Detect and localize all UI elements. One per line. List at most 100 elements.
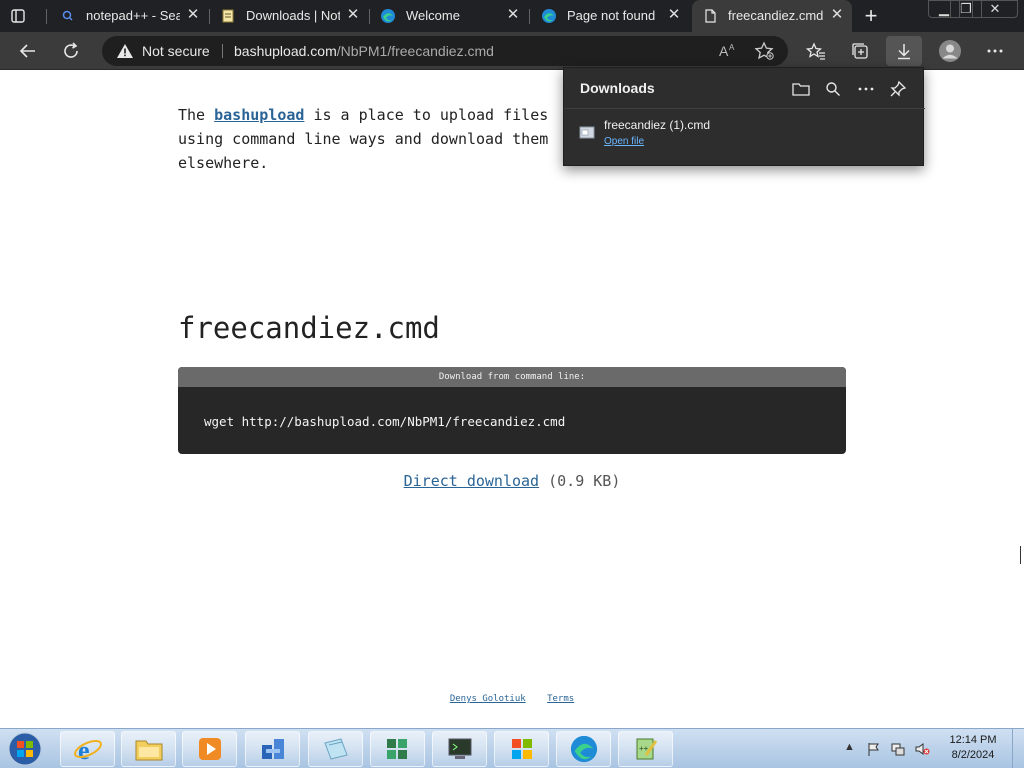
close-tab-icon[interactable]: ✕ (667, 7, 681, 23)
network-status-icon[interactable] (890, 741, 906, 757)
volume-muted-icon[interactable] (914, 741, 930, 757)
add-favorite-icon[interactable] (754, 41, 776, 61)
page-title: freecandiez.cmd (178, 311, 440, 345)
search-icon (826, 82, 840, 96)
folder-icon (135, 740, 162, 761)
notepadplusplus-icon: ++ (636, 738, 657, 760)
open-folder-button[interactable] (790, 78, 812, 100)
address-bar[interactable]: Not secure bashupload.com/NbPM1/freecand… (102, 36, 788, 66)
url-text[interactable]: bashupload.com/NbPM1/freecandiez.cmd (234, 43, 494, 59)
close-tab-icon[interactable]: ✕ (506, 7, 520, 23)
command-text[interactable]: wget http://bashupload.com/NbPM1/freecan… (204, 414, 565, 429)
page-icon (705, 9, 716, 23)
close-tab-icon[interactable]: ✕ (830, 7, 844, 23)
internet-explorer-icon: e (73, 736, 102, 764)
page-footer: Denys Golotiuk Terms (0, 694, 1024, 704)
taskbar-media-player[interactable] (182, 731, 237, 767)
url-path: /NbPM1/freecandiez.cmd (336, 43, 494, 59)
taskbar-puzzle-app[interactable] (370, 731, 425, 767)
profile-button[interactable] (937, 38, 963, 64)
search-downloads-button[interactable] (822, 78, 844, 100)
svg-text:e: e (78, 736, 90, 764)
system-tray: ▲ (840, 735, 940, 761)
clock[interactable]: 12:14 PM 8/2/2024 (940, 733, 1006, 763)
taskbar-ie[interactable]: e (60, 731, 115, 767)
more-options-icon (858, 87, 874, 91)
file-size: (0.9 KB) (539, 472, 621, 490)
tab-title: Downloads | Notepad (246, 8, 340, 23)
web-page: The bashupload is a place to upload file… (0, 71, 1024, 728)
taskbar-windows-app[interactable] (494, 731, 549, 767)
downloads-button[interactable] (886, 36, 922, 66)
direct-download-row: Direct download (0.9 KB) (0, 472, 1024, 490)
taskbar-explorer[interactable] (121, 731, 176, 767)
direct-download-link[interactable]: Direct download (404, 472, 539, 490)
file-icon (579, 126, 595, 139)
download-item[interactable]: freecandiez (1).cmd Open file (564, 112, 923, 156)
show-desktop-button[interactable] (1012, 729, 1024, 768)
taskbar-notepad-app[interactable] (308, 731, 363, 767)
close-tab-icon[interactable]: ✕ (186, 7, 200, 23)
text-cursor-icon (1020, 546, 1023, 564)
tab-title: freecandiez.cmd / bashupload (728, 8, 824, 23)
tab-page-not-found[interactable]: Page not found ✕ (531, 0, 689, 32)
tab-title: Welcome (406, 8, 460, 23)
edge-icon (381, 9, 395, 23)
back-button[interactable] (15, 38, 41, 64)
tab-actions-icon[interactable] (10, 8, 26, 24)
close-window-button[interactable]: ✕ (972, 0, 1018, 18)
collections-icon (852, 43, 868, 59)
tab-freecandiez[interactable]: freecandiez.cmd / bashupload ✕ (692, 0, 852, 32)
bashupload-link[interactable]: bashupload (214, 106, 304, 124)
collections-button[interactable] (847, 38, 873, 64)
search-icon (62, 10, 73, 21)
download-icon (898, 44, 910, 60)
edge-icon (542, 9, 556, 23)
security-indicator[interactable]: Not secure (116, 42, 210, 60)
puzzle-icon (386, 739, 407, 759)
taskbar-edge[interactable] (556, 731, 611, 767)
svg-text:A: A (729, 43, 735, 52)
command-box: Download from command line: wget http://… (178, 367, 846, 454)
open-file-link[interactable]: Open file (604, 136, 644, 147)
avatar-icon (939, 40, 961, 62)
show-hidden-icons-icon[interactable]: ▲ (844, 741, 860, 757)
tab-title: notepad++ - Search (86, 8, 180, 23)
security-label: Not secure (142, 43, 210, 59)
taskbar-network-app[interactable] (245, 731, 300, 767)
tab-welcome[interactable]: Welcome ✕ (370, 0, 528, 32)
intro-prefix: The (178, 106, 215, 124)
read-aloud-icon[interactable]: AA (718, 41, 740, 61)
refresh-button[interactable] (58, 38, 84, 64)
windows-logo-icon (511, 739, 532, 759)
pin-icon (890, 80, 907, 97)
back-arrow-icon (19, 44, 35, 58)
intro-text: The bashupload is a place to upload file… (178, 103, 598, 175)
clock-date: 8/2/2024 (951, 749, 995, 761)
tab-notepad-search[interactable]: notepad++ - Search ✕ (50, 0, 208, 32)
notebook-icon (323, 738, 348, 760)
svg-text:A: A (719, 43, 729, 59)
url-host: bashupload.com (234, 43, 337, 59)
close-tab-icon[interactable]: ✕ (346, 7, 360, 23)
taskbar-terminal-app[interactable] (432, 731, 487, 767)
downloads-panel: Downloads freecandiez (1).cmd Open file (563, 67, 925, 166)
new-tab-button[interactable]: + (860, 5, 882, 27)
start-button[interactable] (3, 731, 47, 767)
download-filename: freecandiez (1).cmd (604, 118, 711, 132)
flag-icon[interactable] (866, 741, 882, 757)
notepad-icon (222, 9, 234, 23)
taskbar-notepadpp[interactable]: ++ (618, 731, 673, 767)
favorites-icon (806, 42, 825, 60)
browser-toolbar: Not secure bashupload.com/NbPM1/freecand… (0, 32, 1024, 70)
author-link[interactable]: Denys Golotiuk (450, 694, 526, 704)
edge-icon (570, 735, 597, 763)
favorites-button[interactable] (803, 38, 829, 64)
settings-menu-button[interactable] (982, 38, 1008, 64)
pin-panel-button[interactable] (887, 78, 909, 100)
downloads-more-button[interactable] (855, 78, 877, 100)
taskbar: e ++ ▲ 12:14 PM 8/2/2024 (0, 728, 1024, 768)
terms-link[interactable]: Terms (547, 694, 574, 704)
tab-downloads-notepad[interactable]: Downloads | Notepad ✕ (210, 0, 368, 32)
tab-title: Page not found (567, 8, 656, 23)
